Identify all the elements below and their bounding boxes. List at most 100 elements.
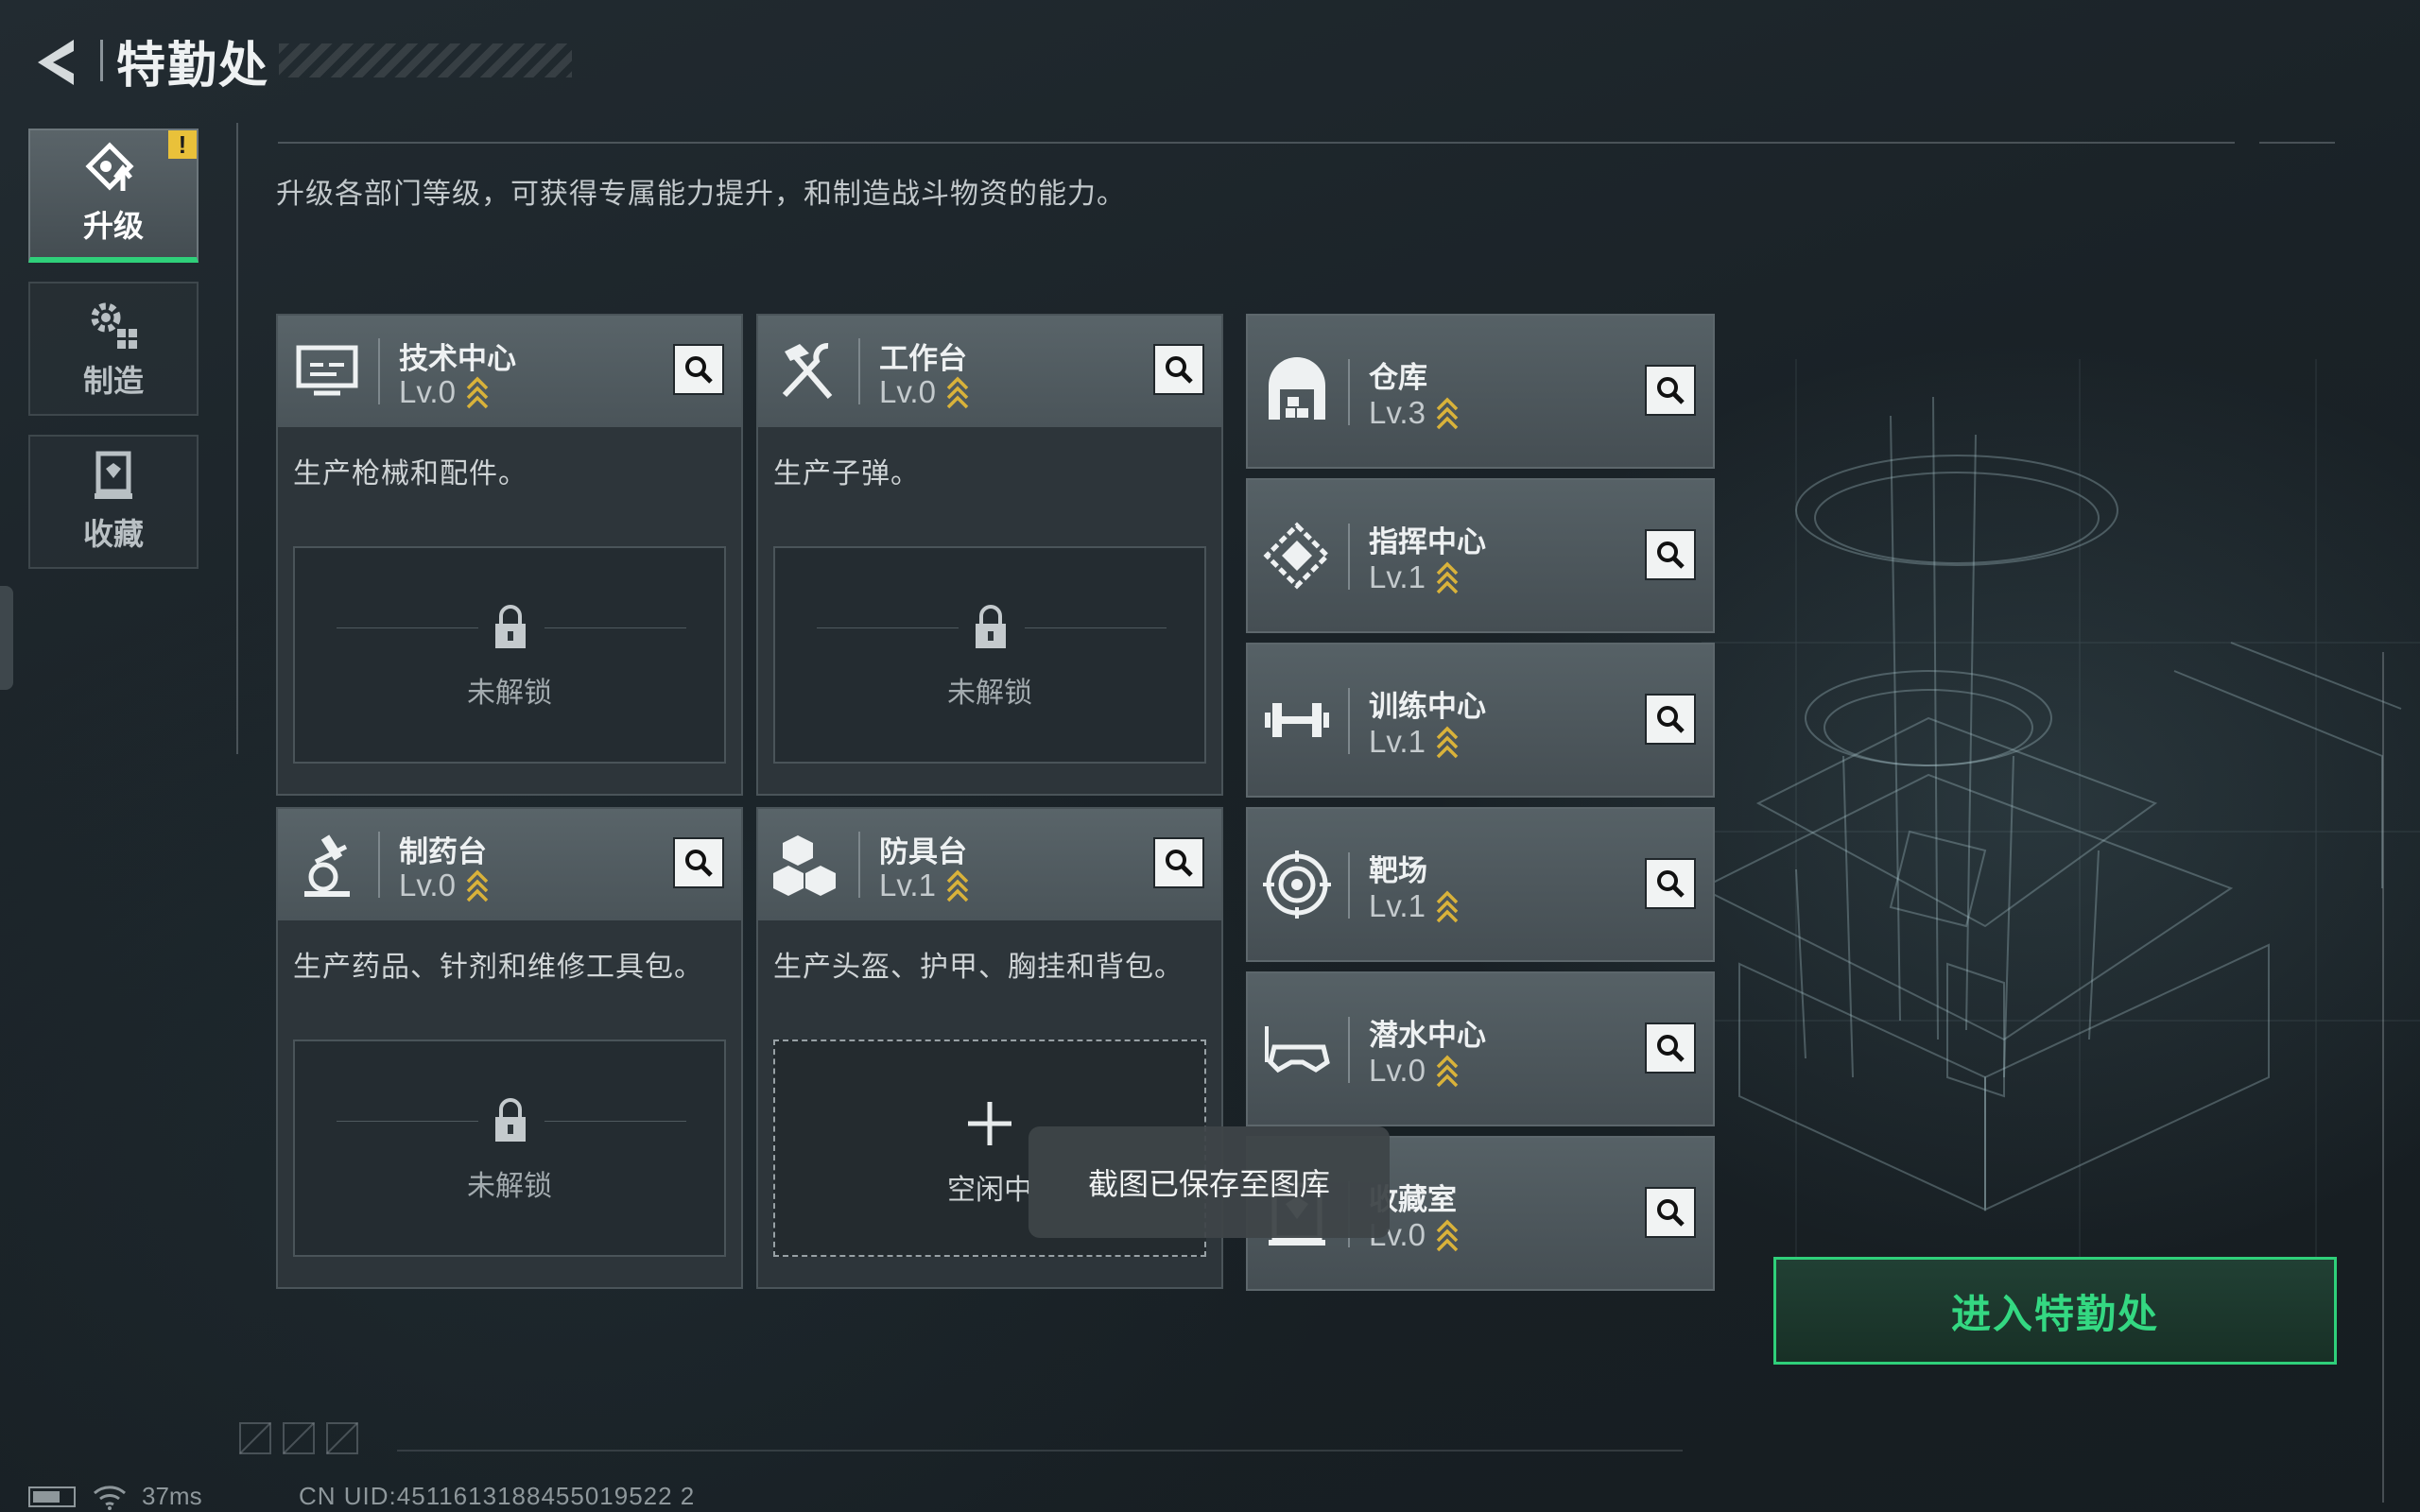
- dept-card-pharmacy[interactable]: 制药台 Lv.0 生产药品、针剂和维修工具包。 未解锁: [276, 807, 743, 1289]
- card-separator: [858, 338, 860, 404]
- search-button[interactable]: [1645, 1187, 1696, 1238]
- nav-upgrade[interactable]: ! 升级: [28, 129, 199, 263]
- collection-icon: [95, 451, 132, 499]
- slot-line: [337, 1121, 478, 1122]
- production-slot-locked: 未解锁: [293, 546, 726, 764]
- search-icon: [1657, 870, 1685, 898]
- nav-craft[interactable]: 制造: [28, 282, 199, 416]
- search-icon: [1166, 356, 1193, 384]
- dumbbell-icon: [1265, 703, 1329, 737]
- dept-name: 技术中心: [399, 342, 516, 375]
- nav-label: 收藏: [82, 517, 144, 551]
- dept-level: Lv.0: [399, 868, 490, 903]
- level-up-icon: [1436, 397, 1459, 430]
- facility-level: Lv.1: [1369, 559, 1460, 595]
- level-up-icon: [466, 376, 489, 409]
- frame-line: [236, 123, 238, 754]
- level-text: Lv.1: [1369, 724, 1426, 759]
- facility-name: 潜水中心: [1369, 1019, 1486, 1052]
- facility-level: Lv.1: [1369, 888, 1460, 924]
- nav-collection[interactable]: 收藏: [28, 435, 199, 569]
- battery-icon: [28, 1486, 76, 1507]
- enter-special-ops-button[interactable]: 进入特勤处: [1773, 1257, 2337, 1365]
- search-button[interactable]: [1645, 1022, 1696, 1074]
- facility-diving-center[interactable]: 潜水中心 Lv.0: [1246, 971, 1715, 1126]
- page-subtitle: 升级各部门等级，可获得专属能力提升，和制造战斗物资的能力。: [276, 179, 1126, 210]
- dept-description: 生产子弹。: [773, 458, 920, 490]
- facility-name: 靶场: [1369, 854, 1427, 887]
- search-icon: [1657, 706, 1685, 733]
- search-button[interactable]: [673, 837, 724, 888]
- card-header: 工作台 Lv.0: [758, 316, 1221, 427]
- title-divider: [100, 40, 103, 81]
- facility-name: 指挥中心: [1369, 525, 1486, 558]
- card-separator: [1348, 852, 1350, 919]
- search-button[interactable]: [1645, 694, 1696, 745]
- facility-warehouse[interactable]: 仓库 Lv.3: [1246, 314, 1715, 469]
- search-button[interactable]: [1645, 365, 1696, 416]
- wifi-icon: [94, 1485, 126, 1510]
- frame-line: [2259, 142, 2335, 144]
- card-header: 技术中心 Lv.0: [278, 316, 741, 427]
- tools-icon: [782, 343, 833, 399]
- search-icon: [685, 850, 713, 877]
- level-up-icon: [946, 869, 969, 902]
- level-up-icon: [1436, 1219, 1459, 1252]
- slot-line: [1025, 627, 1167, 628]
- level-text: Lv.3: [1369, 395, 1426, 430]
- side-drawer-handle[interactable]: [0, 586, 13, 690]
- slot-status: 未解锁: [467, 1171, 552, 1202]
- card-separator: [378, 338, 380, 404]
- decorative-squares: [239, 1422, 358, 1454]
- nav-label: 升级: [82, 209, 144, 243]
- page-title: 特勤处: [116, 38, 270, 94]
- uid-text: CN UID:4511613188455019522 2: [299, 1482, 696, 1510]
- lock-icon: [495, 605, 526, 648]
- card-header: 防具台 Lv.1: [758, 809, 1221, 920]
- dept-card-workbench[interactable]: 工作台 Lv.0 生产子弹。 未解锁: [756, 314, 1223, 796]
- facility-command-center[interactable]: 指挥中心 Lv.1: [1246, 478, 1715, 633]
- card-separator: [1348, 1017, 1350, 1083]
- search-button[interactable]: [673, 344, 724, 395]
- plus-icon: [968, 1102, 1011, 1145]
- lock-icon: [976, 605, 1006, 648]
- lock-icon: [495, 1098, 526, 1142]
- back-arrow-icon[interactable]: [26, 34, 87, 91]
- level-text: Lv.1: [1369, 888, 1426, 923]
- card-separator: [858, 832, 860, 898]
- level-text: Lv.0: [879, 374, 936, 409]
- card-separator: [1348, 688, 1350, 754]
- search-icon: [1657, 541, 1685, 569]
- command-chip-icon: [1263, 522, 1331, 590]
- card-separator: [378, 832, 380, 898]
- search-button[interactable]: [1153, 344, 1204, 395]
- monitor-icon: [296, 345, 358, 396]
- diving-mask-icon: [1265, 1026, 1330, 1074]
- dept-name: 工作台: [879, 342, 967, 375]
- toast-text: 截图已保存至图库: [1087, 1167, 1330, 1201]
- dept-description: 生产枪械和配件。: [293, 458, 527, 490]
- level-up-icon: [466, 869, 489, 902]
- slot-line: [544, 1121, 686, 1122]
- dept-card-tech-center[interactable]: 技术中心 Lv.0 生产枪械和配件。 未解锁: [276, 314, 743, 796]
- production-slot-locked: 未解锁: [293, 1040, 726, 1257]
- gears-icon: [91, 302, 137, 349]
- dept-description: 生产药品、针剂和维修工具包。: [293, 952, 703, 983]
- target-icon: [1263, 850, 1331, 919]
- search-icon: [685, 356, 713, 384]
- slot-status: 未解锁: [467, 678, 552, 709]
- frame-line: [278, 142, 2235, 144]
- card-separator: [1348, 524, 1350, 590]
- title-bar: 特勤处: [100, 30, 573, 94]
- search-button[interactable]: [1153, 837, 1204, 888]
- level-up-icon: [1436, 1055, 1459, 1088]
- facility-shooting-range[interactable]: 靶场 Lv.1: [1246, 807, 1715, 962]
- ping-text: 37ms: [142, 1482, 202, 1510]
- facility-training-center[interactable]: 训练中心 Lv.1: [1246, 643, 1715, 798]
- facility-name: 训练中心: [1369, 690, 1486, 723]
- search-button[interactable]: [1645, 529, 1696, 580]
- level-text: Lv.1: [879, 868, 936, 902]
- search-button[interactable]: [1645, 858, 1696, 909]
- card-separator: [1348, 359, 1350, 425]
- slot-line: [544, 627, 686, 628]
